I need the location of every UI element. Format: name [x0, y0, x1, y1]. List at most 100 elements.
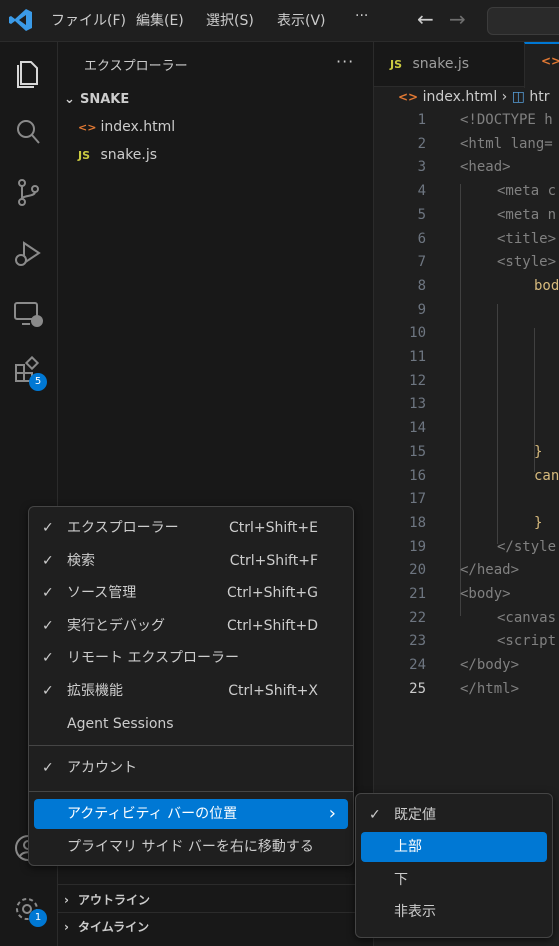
- submenu-item[interactable]: 上部: [361, 832, 547, 863]
- code-line[interactable]: 10: [374, 325, 559, 349]
- check-icon: ✓: [369, 807, 381, 823]
- code-line[interactable]: 4 <meta c: [374, 183, 559, 207]
- code-line[interactable]: 17: [374, 491, 559, 515]
- forward-arrow-icon[interactable]: →: [449, 7, 466, 31]
- line-number: 15: [409, 443, 426, 460]
- menu-file[interactable]: ファイル(F): [51, 10, 126, 30]
- sidebar-more-button[interactable]: ···: [336, 52, 354, 71]
- code-line[interactable]: 14: [374, 420, 559, 444]
- line-number: 6: [417, 230, 426, 247]
- line-number: 9: [417, 301, 426, 318]
- menu-item-label: エクスプローラー: [67, 520, 179, 536]
- code-line[interactable]: 22 <canvas: [374, 610, 559, 634]
- remote-explorer-icon[interactable]: [12, 298, 44, 330]
- line-number: 12: [409, 372, 426, 389]
- submenu-item[interactable]: 非表示: [361, 897, 547, 927]
- code-line[interactable]: 11: [374, 349, 559, 373]
- code-line[interactable]: 2 <html lang=: [374, 136, 559, 160]
- menu-more[interactable]: ···: [355, 8, 368, 24]
- code-line[interactable]: 18}: [374, 515, 559, 539]
- menu-item-account[interactable]: ✓ アカウント: [34, 753, 348, 783]
- menu-item[interactable]: ✓ 実行とデバッグ Ctrl+Shift+D: [34, 611, 348, 641]
- line-number: 21: [409, 586, 426, 602]
- code-line[interactable]: 8 bod: [374, 278, 559, 302]
- code-text: <canvas: [497, 609, 557, 626]
- code-line[interactable]: 7 <style>: [374, 254, 559, 278]
- code-text: bod: [534, 277, 559, 294]
- code-text: </style: [497, 538, 557, 555]
- code-line[interactable]: 21 <body>: [374, 586, 559, 610]
- check-icon: ✓: [42, 683, 54, 699]
- explorer-icon[interactable]: [12, 56, 44, 88]
- run-debug-icon[interactable]: [12, 238, 44, 270]
- code-line[interactable]: 1 <!DOCTYPE h: [374, 112, 559, 136]
- menu-item[interactable]: Agent Sessions: [34, 709, 348, 739]
- line-number: 1: [417, 112, 426, 128]
- menu-item-label: ソース管理: [67, 585, 137, 602]
- check-icon: ✓: [42, 760, 54, 776]
- menu-item-label: アカウント: [67, 760, 137, 776]
- menu-item[interactable]: ✓ エクスプローラー Ctrl+Shift+E: [34, 513, 348, 543]
- html-file-icon: <>: [398, 90, 419, 104]
- code-text: can: [534, 467, 559, 484]
- js-file-icon: JS: [78, 149, 91, 162]
- check-icon: ✓: [42, 552, 54, 569]
- code-line[interactable]: 3 <head>: [374, 159, 559, 183]
- code-line[interactable]: 16 can: [374, 468, 559, 492]
- line-number: 4: [417, 183, 426, 200]
- check-icon: ✓: [42, 520, 54, 536]
- chevron-right-icon: ›: [64, 920, 69, 934]
- breadcrumb-file[interactable]: index.html: [423, 89, 498, 105]
- command-center-search[interactable]: [487, 7, 559, 35]
- file-name: snake.js: [100, 147, 158, 163]
- code-line[interactable]: 19 </style: [374, 539, 559, 563]
- tab-index-html[interactable]: <>: [524, 42, 559, 88]
- submenu-item-label: 上部: [394, 839, 422, 856]
- code-line[interactable]: 20 </head>: [374, 562, 559, 586]
- code-line[interactable]: 23 <script: [374, 633, 559, 657]
- code-text: <html lang=: [460, 135, 553, 152]
- line-number: 18: [409, 514, 426, 531]
- menu-item-activity-bar-position[interactable]: アクティビティ バーの位置 ›: [34, 799, 348, 829]
- line-number: 11: [409, 349, 426, 365]
- menu-item[interactable]: ✓ リモート エクスプローラー: [34, 643, 348, 673]
- file-name: index.html: [100, 119, 176, 135]
- vscode-logo-icon[interactable]: [8, 7, 34, 33]
- menu-item-label: 検索: [67, 552, 95, 569]
- code-line[interactable]: 5 <meta n: [374, 207, 559, 231]
- code-line[interactable]: 13: [374, 396, 559, 420]
- menu-edit[interactable]: 編集(E): [136, 10, 184, 30]
- menu-item[interactable]: ✓ 検索 Ctrl+Shift+F: [34, 546, 348, 576]
- code-text: }: [534, 443, 543, 460]
- menu-item[interactable]: ✓ 拡張機能 Ctrl+Shift+X: [34, 676, 348, 706]
- menu-selection[interactable]: 選択(S): [206, 10, 254, 30]
- menu-item[interactable]: ✓ ソース管理 Ctrl+Shift+G: [34, 578, 348, 608]
- search-icon[interactable]: [12, 116, 44, 148]
- code-line[interactable]: 12: [374, 373, 559, 397]
- line-number: 23: [409, 633, 426, 650]
- code-line[interactable]: 15}: [374, 444, 559, 468]
- timeline-label: タイムライン: [78, 920, 150, 934]
- file-snake-js[interactable]: JS snake.js: [78, 147, 157, 163]
- source-control-icon[interactable]: [12, 176, 44, 208]
- submenu-item[interactable]: 下: [361, 865, 547, 895]
- back-arrow-icon[interactable]: ←: [417, 7, 434, 31]
- submenu-item[interactable]: ✓ 既定値: [361, 800, 547, 830]
- file-index-html[interactable]: <> index.html: [78, 119, 175, 135]
- code-line[interactable]: 25 </html>: [374, 681, 559, 705]
- breadcrumb-next[interactable]: htr: [529, 89, 549, 105]
- outline-section[interactable]: › アウトライン: [64, 891, 150, 908]
- folder-snake[interactable]: ⌄ SNAKE: [64, 92, 129, 107]
- line-number: 10: [409, 325, 426, 342]
- code-line[interactable]: 24 </body>: [374, 657, 559, 681]
- tab-snake-js[interactable]: JS snake.js: [390, 42, 469, 86]
- code-line[interactable]: 6 <title>: [374, 231, 559, 255]
- menu-item-move-sidebar-right[interactable]: プライマリ サイド バーを右に移動する: [34, 832, 348, 862]
- check-icon: ✓: [42, 650, 54, 667]
- timeline-section[interactable]: › タイムライン: [64, 918, 149, 935]
- line-number: 22: [409, 609, 426, 626]
- menu-separator: [29, 791, 353, 792]
- menu-view[interactable]: 表示(V): [277, 10, 326, 30]
- code-line[interactable]: 9: [374, 302, 559, 326]
- code-text: }: [534, 514, 543, 531]
